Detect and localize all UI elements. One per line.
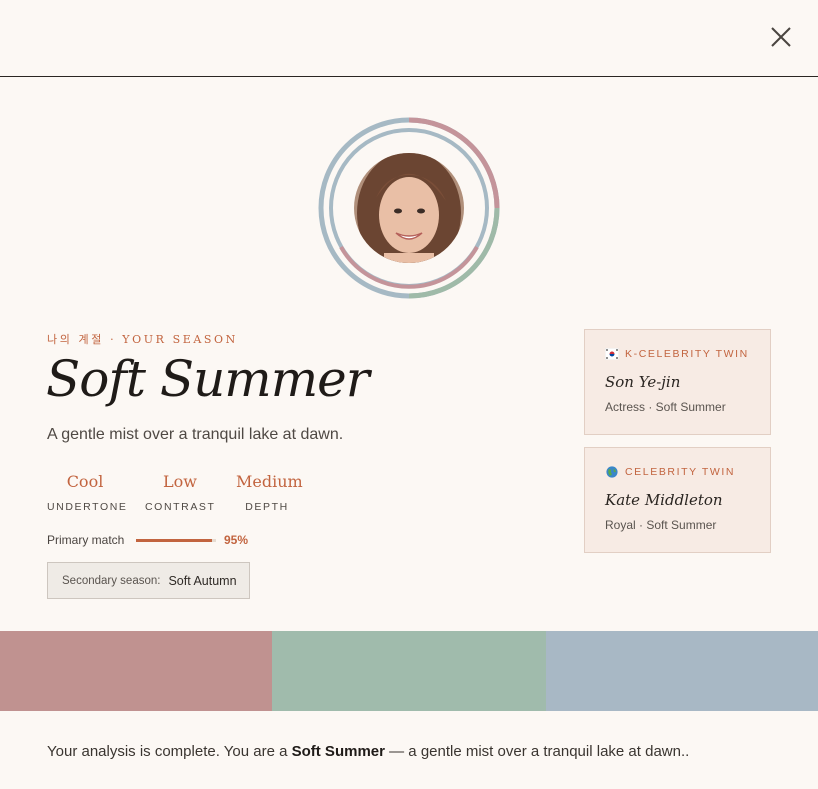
twin-role: Actress · Soft Summer [605,400,726,414]
secondary-season-value: Soft Autumn [168,573,237,588]
top-bar [0,0,818,77]
korea-flag-icon [605,348,619,360]
celebrity-twin-card: CELEBRITY TWIN Kate Middleton Royal · So… [584,447,771,553]
stat-undertone: Cool UNDERTONE [47,472,128,513]
secondary-season-label: Secondary season: [62,574,161,587]
stat-label: UNDERTONE [47,501,128,513]
twin-heading: K-CELEBRITY TWIN [605,347,770,361]
k-celebrity-twin-card: K-CELEBRITY TWIN Son Ye-jin Actress · So… [584,329,771,435]
analysis-summary: Your analysis is complete. You are a Sof… [47,743,689,760]
close-button[interactable] [768,24,794,50]
avatar-photo [354,153,464,263]
stat-value: Low [163,472,197,491]
summary-suffix: — a gentle mist over a tranquil lake at … [384,743,690,760]
twin-heading-text: CELEBRITY TWIN [625,466,736,478]
twin-heading-text: K-CELEBRITY TWIN [625,348,749,360]
twin-role: Royal · Soft Summer [605,518,717,532]
stat-depth: Medium DEPTH [236,472,303,513]
twin-heading: CELEBRITY TWIN [605,465,770,479]
summary-season: Soft Summer [291,743,385,760]
palette-swatch-rose [0,631,272,711]
globe-icon [606,466,618,478]
palette-swatch-sage [272,631,546,711]
season-title: Soft Summer [46,350,370,408]
twin-name: Son Ye-jin [605,373,681,391]
twin-name: Kate Middleton [605,491,723,509]
close-icon [771,27,791,47]
stat-label: DEPTH [245,501,289,513]
stat-contrast: Low CONTRAST [145,472,215,513]
stat-value: Cool [66,472,104,491]
primary-match-bar [136,539,216,542]
primary-match-fill [136,539,212,542]
stat-label: CONTRAST [145,501,216,513]
stat-value: Medium [236,472,303,491]
summary-prefix: Your analysis is complete. You are a [47,743,292,760]
season-eyebrow: 나의 계절 · YOUR SEASON [47,333,238,346]
avatar [318,117,500,299]
season-description: A gentle mist over a tranquil lake at da… [47,426,344,443]
palette-swatch-blue-gray [546,631,818,711]
primary-match-percent: 95% [224,533,249,547]
secondary-season: Secondary season: Soft Autumn [47,562,250,599]
primary-match-label: Primary match [47,533,125,547]
